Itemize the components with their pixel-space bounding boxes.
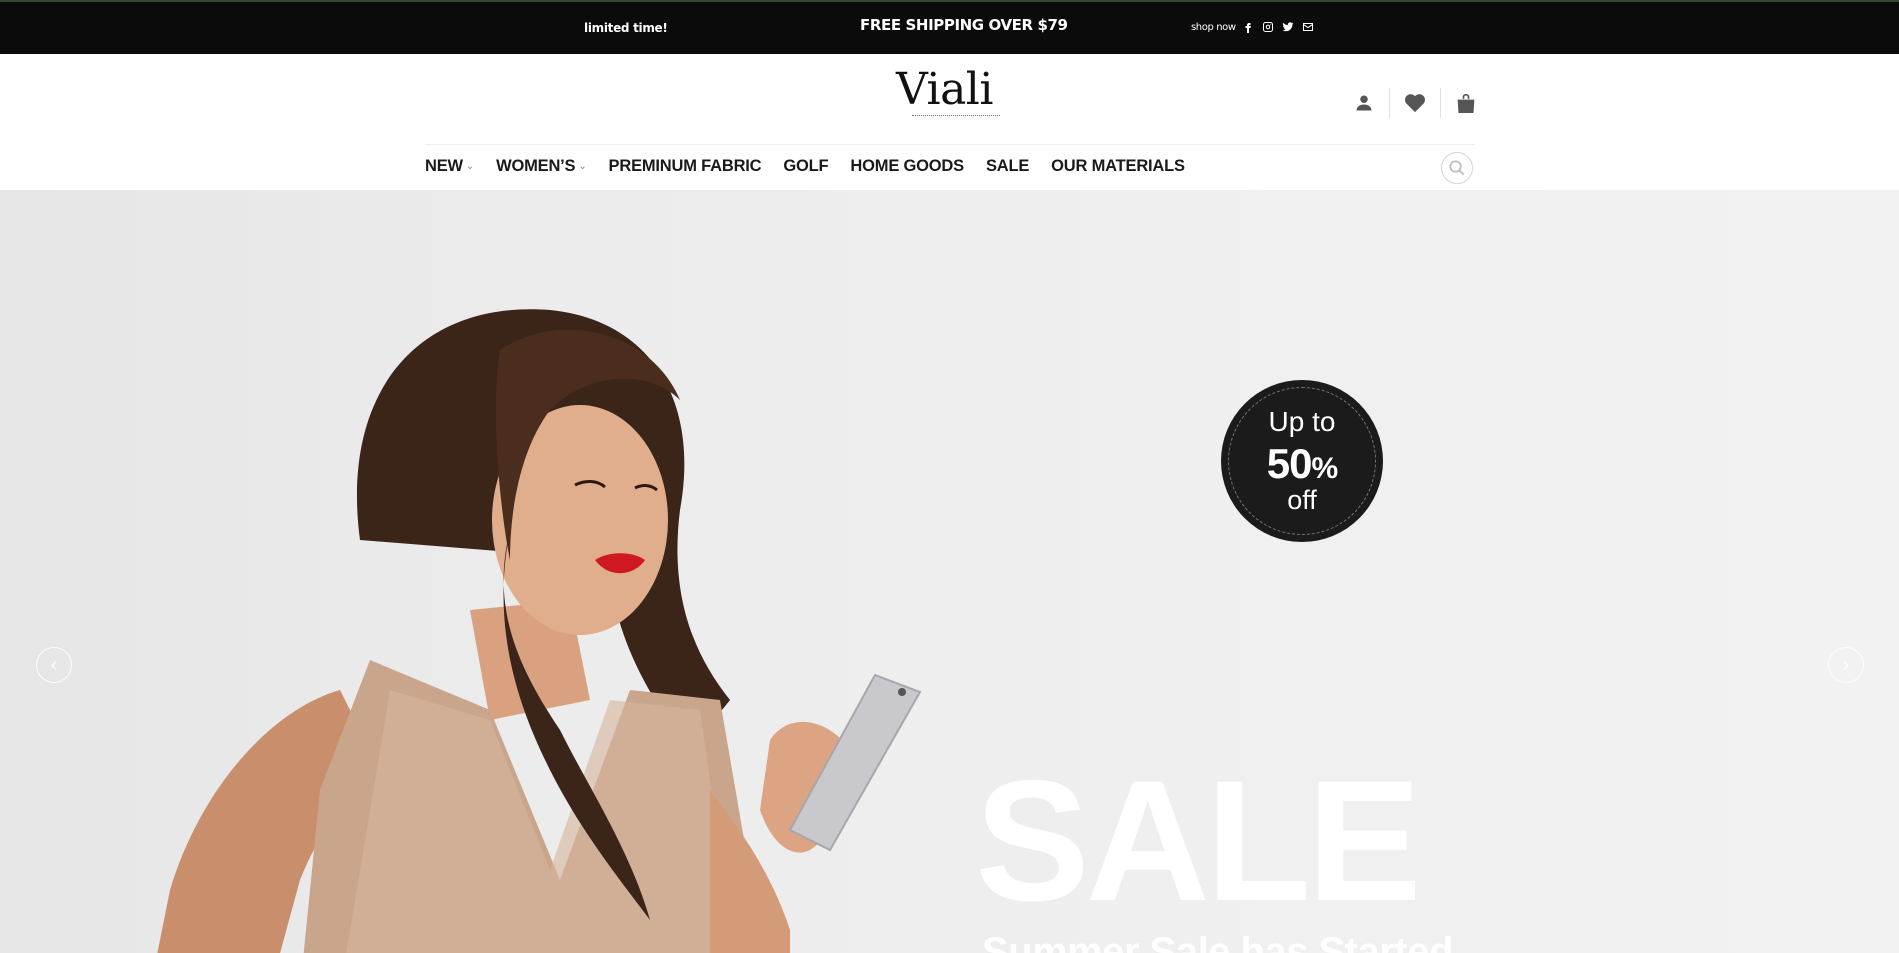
nav-item-label: WOMEN’S	[496, 157, 576, 175]
twitter-icon[interactable]	[1281, 20, 1295, 34]
main-navigation: NEW ⌄ WOMEN’S ⌄ PREMINUM FABRIC GOLF HOME …	[425, 144, 1475, 190]
nav-item-womens[interactable]: WOMEN’S ⌄	[496, 157, 587, 176]
discount-badge: Up to 50% off	[1221, 380, 1383, 542]
nav-item-label: PREMINUM FABRIC	[608, 157, 762, 175]
nav-item-label: SALE	[985, 157, 1030, 175]
slider-next-arrow[interactable]: ›	[1828, 647, 1864, 683]
chevron-left-icon: ‹	[50, 653, 58, 676]
badge-line-off: off	[1287, 485, 1317, 515]
chevron-down-icon: ⌄	[465, 161, 475, 172]
header-divider	[1440, 88, 1441, 118]
promo-free-shipping: FREE SHIPPING OVER $79	[860, 16, 1068, 34]
badge-percent: 50%	[1221, 440, 1383, 488]
badge-line-up-to: Up to	[1268, 406, 1336, 437]
badge-number: 50	[1266, 440, 1313, 487]
shop-now-link[interactable]: shop now	[1191, 22, 1236, 33]
badge-percent-sign: %	[1311, 452, 1339, 485]
site-logo[interactable]: Viali	[896, 68, 993, 112]
slider-prev-arrow[interactable]: ‹	[36, 647, 72, 683]
search-icon	[1449, 160, 1465, 176]
top-announcement-bar: limited time! FREE SHIPPING OVER $79 sho…	[0, 0, 1899, 54]
heart-icon[interactable]	[1403, 91, 1427, 115]
user-icon[interactable]	[1352, 91, 1376, 115]
facebook-icon[interactable]	[1241, 20, 1255, 34]
nav-item-golf[interactable]: GOLF	[783, 157, 828, 176]
shopping-bag-icon[interactable]	[1454, 91, 1478, 115]
nav-item-our-materials[interactable]: OUR MATERIALS	[1051, 157, 1185, 176]
chevron-down-icon: ⌄	[578, 161, 587, 172]
chevron-right-icon: ›	[1842, 653, 1850, 676]
nav-item-sale[interactable]: SALE	[986, 157, 1029, 176]
nav-item-label: NEW	[425, 157, 463, 175]
nav-item-label: GOLF	[783, 157, 829, 175]
promo-limited-time: limited time!	[584, 21, 668, 35]
header-actions	[1352, 88, 1478, 118]
logo-tagline-line	[912, 115, 1000, 117]
search-button[interactable]	[1441, 152, 1473, 184]
site-header: Viali	[0, 54, 1899, 144]
nav-item-label: OUR MATERIALS	[1051, 157, 1185, 175]
social-links	[1241, 20, 1315, 34]
instagram-icon[interactable]	[1261, 20, 1275, 34]
nav-item-premium-fabric[interactable]: PREMINUM FABRIC	[609, 157, 762, 176]
nav-item-new[interactable]: NEW ⌄	[425, 157, 474, 176]
hero-slider: ‹ › Up to 50% off SALE Summer Sale has S…	[0, 190, 1899, 953]
hero-model-image	[157, 309, 922, 953]
email-icon[interactable]	[1301, 20, 1315, 34]
header-divider	[1389, 88, 1390, 118]
nav-item-home-goods[interactable]: HOME GOODS	[850, 157, 964, 176]
hero-subheadline: Summer Sale has Started	[982, 930, 1453, 953]
hero-headline: SALE	[975, 745, 1422, 937]
nav-item-label: HOME GOODS	[850, 157, 964, 175]
